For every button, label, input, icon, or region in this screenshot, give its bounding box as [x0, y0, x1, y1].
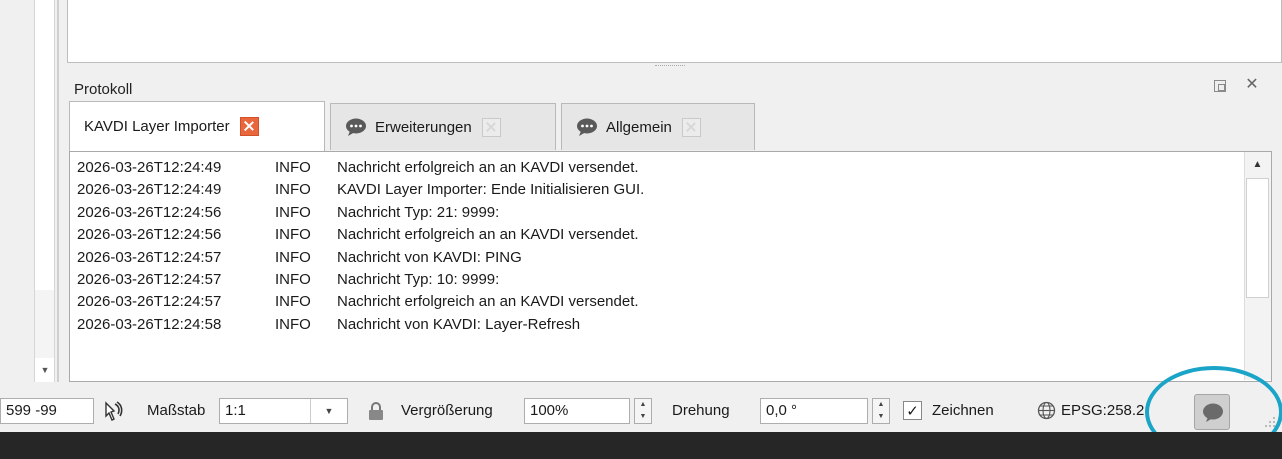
resize-grip-icon[interactable]: [1262, 414, 1276, 428]
magnifier-input[interactable]: 100%: [524, 398, 630, 424]
log-level: INFO: [275, 159, 311, 176]
scale-label: Maßstab: [147, 402, 206, 419]
magnifier-spinbox[interactable]: ▲ ▼: [634, 398, 652, 424]
left-scrollbar-track[interactable]: [35, 290, 54, 358]
log-message: Nachricht Typ: 21: 9999:: [337, 203, 500, 221]
rotation-label: Drehung: [672, 402, 730, 419]
log-level: INFO: [275, 315, 311, 333]
close-tab-icon[interactable]: [481, 117, 501, 137]
log-level: INFO: [275, 248, 311, 266]
log-row: 2026-03-26T12:24:56 INFO Nachricht Typ: 21…: [77, 202, 1237, 224]
dock-title: Protokoll: [74, 81, 133, 98]
log-row: 2026-03-26T12:24:49 INFO Nachricht erfolgr…: [77, 157, 1237, 179]
log-scrollbar-thumb[interactable]: [1246, 178, 1269, 298]
crs-label[interactable]: EPSG:258.2: [1061, 398, 1144, 424]
render-checkbox[interactable]: ✓: [903, 401, 922, 420]
log-message: KAVDI Layer Importer: Ende Initialisiere…: [337, 181, 645, 199]
coordinate-field[interactable]: 599 -99: [0, 398, 94, 424]
spin-up-icon[interactable]: ▲: [635, 399, 651, 411]
log-level: INFO: [275, 293, 311, 311]
log-timestamp: 2026-03-26T12:24:49: [77, 159, 222, 176]
log-message: Nachricht erfolgreich an an KAVDI versen…: [337, 159, 639, 176]
taskbar-strip: [0, 432, 1282, 459]
spin-down-icon[interactable]: ▼: [873, 411, 889, 423]
tab-label: KAVDI Layer Importer: [84, 118, 230, 135]
dock-close-icon[interactable]: ✕: [1243, 76, 1261, 94]
chevron-down-icon[interactable]: ▼: [310, 399, 347, 423]
log-timestamp: 2026-03-26T12:24:56: [77, 226, 222, 244]
map-canvas-panel[interactable]: [67, 0, 1282, 63]
magnifier-label: Vergrößerung: [401, 402, 493, 419]
log-level: INFO: [275, 226, 311, 244]
dock-splitter-handle[interactable]: [655, 65, 685, 68]
rotation-input[interactable]: 0,0 °: [760, 398, 868, 424]
globe-icon[interactable]: [1037, 401, 1056, 420]
log-message: Nachricht Typ: 10: 9999:: [337, 270, 500, 288]
tab-erweiterungen[interactable]: Erweiterungen: [330, 103, 556, 150]
tab-label: Erweiterungen: [375, 118, 472, 136]
tab-kavdi-layer-importer[interactable]: KAVDI Layer Importer: [69, 101, 325, 151]
log-row: 2026-03-26T12:24:58 INFO Nachricht von KAV…: [77, 314, 1237, 336]
close-tab-icon[interactable]: [239, 117, 259, 136]
log-row: 2026-03-26T12:24:57 INFO Nachricht Typ: 10…: [77, 269, 1237, 291]
log-message: Nachricht erfolgreich an an KAVDI versen…: [337, 226, 639, 244]
log-row: 2026-03-26T12:24:57 INFO Nachricht erfolgr…: [77, 291, 1237, 313]
log-row: 2026-03-26T12:24:56 INFO Nachricht erfolgr…: [77, 224, 1237, 246]
log-timestamp: 2026-03-26T12:24:58: [77, 315, 222, 333]
log-level: INFO: [275, 181, 311, 199]
log-timestamp: 2026-03-26T12:24:57: [77, 270, 222, 288]
render-label: Zeichnen: [932, 402, 994, 419]
tab-allgemein[interactable]: Allgemein: [561, 103, 755, 150]
lock-icon[interactable]: [368, 401, 384, 421]
log-level: INFO: [275, 203, 311, 221]
log-list: 2026-03-26T12:24:49 INFO Nachricht erfolgr…: [77, 157, 1237, 336]
speech-bubble-icon: [346, 118, 366, 136]
spin-up-icon[interactable]: ▲: [873, 399, 889, 411]
tab-label: Allgemein: [606, 118, 672, 136]
dock-float-icon[interactable]: [1214, 80, 1226, 92]
close-tab-icon[interactable]: [681, 117, 701, 137]
log-timestamp: 2026-03-26T12:24:57: [77, 248, 222, 266]
log-timestamp: 2026-03-26T12:24:57: [77, 293, 222, 311]
log-level: INFO: [275, 270, 311, 288]
scale-combobox[interactable]: 1:1 ▼: [219, 398, 348, 424]
rotation-spinbox[interactable]: ▲ ▼: [872, 398, 890, 424]
spin-down-icon[interactable]: ▼: [635, 411, 651, 423]
scale-value: 1:1: [225, 402, 246, 419]
log-message: Nachricht erfolgreich an an KAVDI versen…: [337, 293, 639, 311]
log-timestamp: 2026-03-26T12:24:49: [77, 181, 222, 199]
log-row: 2026-03-26T12:24:49 INFO KAVDI Layer Impor…: [77, 179, 1237, 201]
mouse-coordinate-toggle-icon[interactable]: [102, 400, 124, 422]
scroll-up-arrow-icon[interactable]: ▲: [1248, 155, 1267, 174]
log-message: Nachricht von KAVDI: PING: [337, 248, 522, 266]
panel-divider[interactable]: [57, 0, 59, 382]
log-timestamp: 2026-03-26T12:24:56: [77, 203, 222, 221]
speech-bubble-icon: [577, 118, 597, 136]
log-message: Nachricht von KAVDI: Layer-Refresh: [337, 315, 581, 333]
log-row: 2026-03-26T12:24:57 INFO Nachricht von KAV…: [77, 247, 1237, 269]
scroll-down-arrow-icon[interactable]: ▼: [36, 362, 54, 379]
